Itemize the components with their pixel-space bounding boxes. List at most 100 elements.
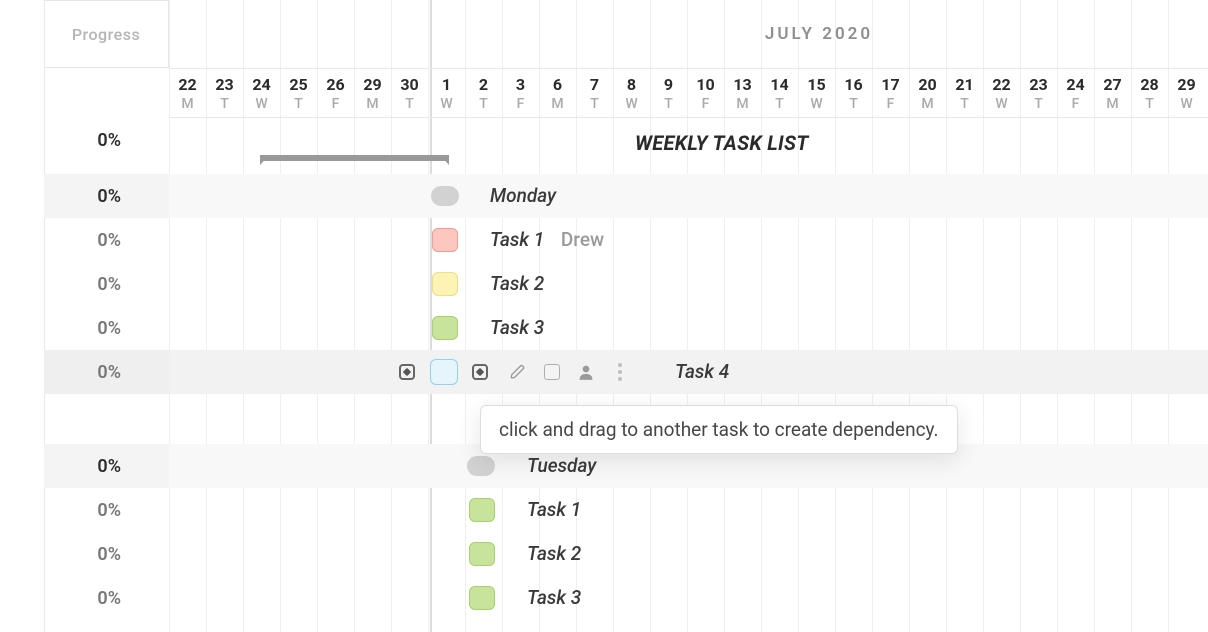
day-number: 30: [391, 75, 428, 94]
day-column[interactable]: 8W: [613, 69, 650, 117]
group-header-label: Monday: [490, 184, 556, 207]
day-of-week: W: [243, 96, 280, 112]
group-pill-icon: [467, 456, 495, 476]
day-number: 7: [576, 75, 613, 94]
task-color-swatch: [469, 586, 495, 610]
day-column[interactable]: 29W: [1168, 69, 1205, 117]
plan-title: WEEKLY TASK LIST: [635, 131, 809, 155]
progress-cell: 0%: [44, 350, 169, 394]
plan-range-bar[interactable]: [261, 155, 448, 161]
task-label: Task 2: [527, 542, 581, 565]
day-number: 23: [206, 75, 243, 94]
day-column[interactable]: 30 T: [391, 69, 428, 117]
day-column[interactable]: 23T: [206, 69, 243, 117]
day-column[interactable]: 1W: [428, 69, 465, 117]
day-number: 29: [1168, 75, 1205, 94]
day-of-week: T: [391, 96, 428, 112]
more-vertical-icon: [618, 363, 622, 381]
task-row-selected[interactable]: Task 4: [169, 350, 1208, 394]
gantt-view: Progress 0%0%0%0%0%0%0%0%0%0% JULY 2020 …: [0, 0, 1208, 632]
day-number: 6: [539, 75, 576, 94]
day-column[interactable]: 28T: [1131, 69, 1168, 117]
day-number: 15: [798, 75, 835, 94]
day-number: 3: [502, 75, 539, 94]
group-header-row[interactable]: Monday: [169, 174, 1208, 218]
task-label: Task 1: [527, 498, 581, 521]
task-color-swatch[interactable]: [430, 359, 458, 385]
dependency-handle-right[interactable]: [472, 364, 488, 380]
day-of-week: F: [872, 96, 909, 112]
dependency-handle-left[interactable]: [399, 364, 415, 380]
day-of-week: W: [613, 96, 650, 112]
day-header: 22M23T24W25T26F29M30T1W2T3F6M7T8W9T10F13…: [169, 68, 1208, 118]
progress-cell: 0%: [44, 118, 169, 162]
task-row[interactable]: Task 2: [169, 532, 1208, 576]
day-of-week: W: [428, 96, 465, 112]
day-column[interactable]: 7T: [576, 69, 613, 117]
task-label: Task 2: [490, 272, 544, 295]
progress-cell: 0%: [44, 306, 169, 350]
day-number: 9: [650, 75, 687, 94]
day-number: 1: [428, 75, 465, 94]
day-of-week: F: [317, 96, 354, 112]
dependency-tooltip: click and drag to another task to create…: [480, 405, 958, 454]
task-row[interactable]: Task 3: [169, 576, 1208, 620]
edit-button[interactable]: [501, 357, 535, 387]
day-number: 20: [909, 75, 946, 94]
task-toolbar: [501, 357, 637, 387]
day-of-week: M: [724, 96, 761, 112]
day-column[interactable]: 9T: [650, 69, 687, 117]
day-column[interactable]: 22M: [169, 69, 206, 117]
day-column[interactable]: 23T: [1020, 69, 1057, 117]
day-of-week: T: [280, 96, 317, 112]
day-number: 27: [1094, 75, 1131, 94]
day-column[interactable]: 10F: [687, 69, 724, 117]
day-column[interactable]: 27M: [1094, 69, 1131, 117]
day-number: 10: [687, 75, 724, 94]
day-column[interactable]: 25T: [280, 69, 317, 117]
day-of-week: W: [983, 96, 1020, 112]
day-number: 17: [872, 75, 909, 94]
day-number: 24: [243, 75, 280, 94]
task-row[interactable]: Task 1: [169, 488, 1208, 532]
day-number: 23: [1020, 75, 1057, 94]
day-column[interactable]: 14T: [761, 69, 798, 117]
progress-cell: 0%: [44, 444, 169, 488]
day-column[interactable]: 21 T: [946, 69, 983, 117]
color-swatch-icon: [544, 364, 560, 380]
progress-cell: 0%: [44, 262, 169, 306]
task-row[interactable]: Task 2: [169, 262, 1208, 306]
day-column[interactable]: 2T: [465, 69, 502, 117]
day-column[interactable]: 24F: [1057, 69, 1094, 117]
day-column[interactable]: 20M: [909, 69, 946, 117]
day-of-week: T: [946, 96, 983, 112]
day-column[interactable]: 29M: [354, 69, 391, 117]
day-number: 21: [946, 75, 983, 94]
day-column[interactable]: 15W: [798, 69, 835, 117]
task-color-swatch: [469, 542, 495, 566]
day-column[interactable]: 17 F: [872, 69, 909, 117]
assign-button[interactable]: [569, 357, 603, 387]
gantt-rows: Monday Task 1 Drew Task 2 Task 3: [169, 118, 1208, 632]
day-of-week: M: [539, 96, 576, 112]
day-column[interactable]: 26F: [317, 69, 354, 117]
task-label: Task 3: [490, 316, 544, 339]
day-column[interactable]: 6M: [539, 69, 576, 117]
more-button[interactable]: [603, 357, 637, 387]
day-column[interactable]: 13M: [724, 69, 761, 117]
task-color-swatch: [432, 316, 458, 340]
color-button[interactable]: [535, 357, 569, 387]
task-label: Task 1 Drew: [490, 228, 604, 251]
day-column[interactable]: 16T: [835, 69, 872, 117]
day-column[interactable]: 22 W: [983, 69, 1020, 117]
task-row[interactable]: Task 1 Drew: [169, 218, 1208, 262]
progress-cell: 0%: [44, 532, 169, 576]
day-number: 24: [1057, 75, 1094, 94]
day-column[interactable]: 24 W: [243, 69, 280, 117]
day-column[interactable]: 3F: [502, 69, 539, 117]
day-number: 22: [983, 75, 1020, 94]
task-assignee: Drew: [561, 228, 604, 251]
day-of-week: T: [835, 96, 872, 112]
day-of-week: T: [1131, 96, 1168, 112]
task-row[interactable]: Task 3: [169, 306, 1208, 350]
